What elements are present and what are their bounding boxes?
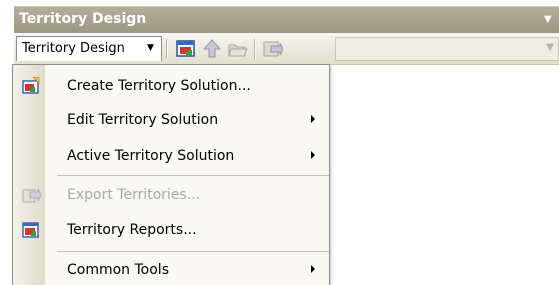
up-arrow-icon bbox=[202, 39, 222, 58]
export-territories-icon bbox=[21, 186, 42, 204]
territory-design-menu-button[interactable]: Territory Design ▼ bbox=[16, 36, 162, 61]
submenu-arrow-icon bbox=[311, 265, 315, 273]
toolbar-separator bbox=[166, 39, 168, 59]
menu-item-edit-territory-solution[interactable]: Edit Territory Solution bbox=[13, 106, 329, 134]
territory-solution-button[interactable] bbox=[175, 38, 197, 60]
export-button[interactable] bbox=[261, 38, 284, 60]
toolbar: Territory Design ▼ ▼ bbox=[14, 33, 559, 65]
menu-separator bbox=[57, 175, 329, 176]
menu-separator bbox=[57, 251, 329, 252]
open-folder-icon bbox=[228, 44, 248, 57]
export-icon bbox=[263, 41, 284, 57]
menu-item-create-territory-solution[interactable]: Create Territory Solution... bbox=[13, 72, 329, 100]
submenu-arrow-icon bbox=[311, 151, 315, 159]
menu-item-active-territory-solution[interactable]: Active Territory Solution bbox=[13, 142, 329, 170]
menu-item-export-territories: Export Territories... bbox=[13, 181, 329, 209]
window-title: Territory Design bbox=[19, 11, 147, 27]
menu-item-label: Edit Territory Solution bbox=[67, 112, 219, 128]
up-arrow-button[interactable] bbox=[201, 38, 223, 60]
toolbar-separator bbox=[254, 39, 256, 59]
open-folder-button[interactable] bbox=[227, 38, 249, 60]
menu-item-common-tools[interactable]: Common Tools bbox=[13, 256, 329, 284]
menu-item-territory-reports[interactable]: Territory Reports... bbox=[13, 216, 329, 244]
chevron-down-icon[interactable]: ▼ bbox=[546, 42, 554, 53]
territory-design-window: Territory Design ▼ ✕ Territory Design ▼ bbox=[0, 0, 559, 285]
menu-item-label: Create Territory Solution... bbox=[67, 78, 251, 94]
menu-item-label: Territory Reports... bbox=[67, 222, 197, 238]
solution-combo-box[interactable]: ▼ bbox=[335, 37, 559, 61]
title-bar[interactable]: Territory Design ▼ ✕ bbox=[14, 6, 559, 33]
submenu-arrow-icon bbox=[311, 115, 315, 123]
chevron-down-icon: ▼ bbox=[147, 43, 154, 53]
menu-button-label: Territory Design bbox=[22, 41, 125, 56]
create-solution-icon bbox=[21, 76, 41, 95]
window-options-icon[interactable]: ▼ bbox=[544, 14, 552, 25]
menu-item-label: Active Territory Solution bbox=[67, 148, 235, 164]
menu-item-label: Export Territories... bbox=[67, 187, 201, 203]
territory-solution-icon bbox=[176, 40, 195, 57]
menu-item-label: Common Tools bbox=[67, 262, 169, 278]
territory-design-menu: Create Territory Solution... Edit Territ… bbox=[12, 64, 330, 285]
territory-reports-icon bbox=[21, 221, 41, 239]
